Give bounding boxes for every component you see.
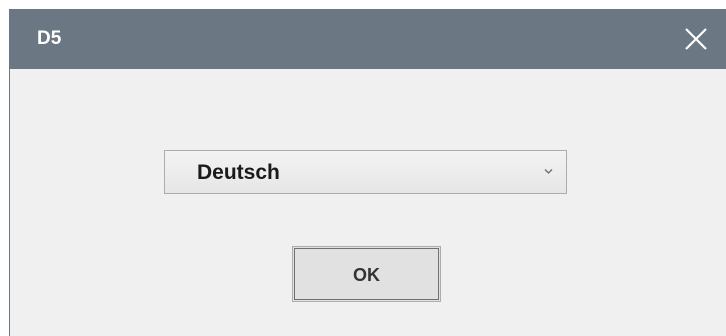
language-select[interactable]: Deutsch <box>164 150 567 194</box>
ok-button[interactable]: OK <box>292 246 441 302</box>
title-bar: D5 <box>10 9 726 69</box>
close-icon <box>685 28 707 50</box>
language-select-value: Deutsch <box>197 161 280 184</box>
window-title: D5 <box>37 28 62 49</box>
close-button[interactable] <box>666 9 726 69</box>
ok-button-label: OK <box>353 265 380 285</box>
language-dialog: D5 Deutsch OK <box>9 9 726 336</box>
chevron-down-icon <box>544 169 553 174</box>
